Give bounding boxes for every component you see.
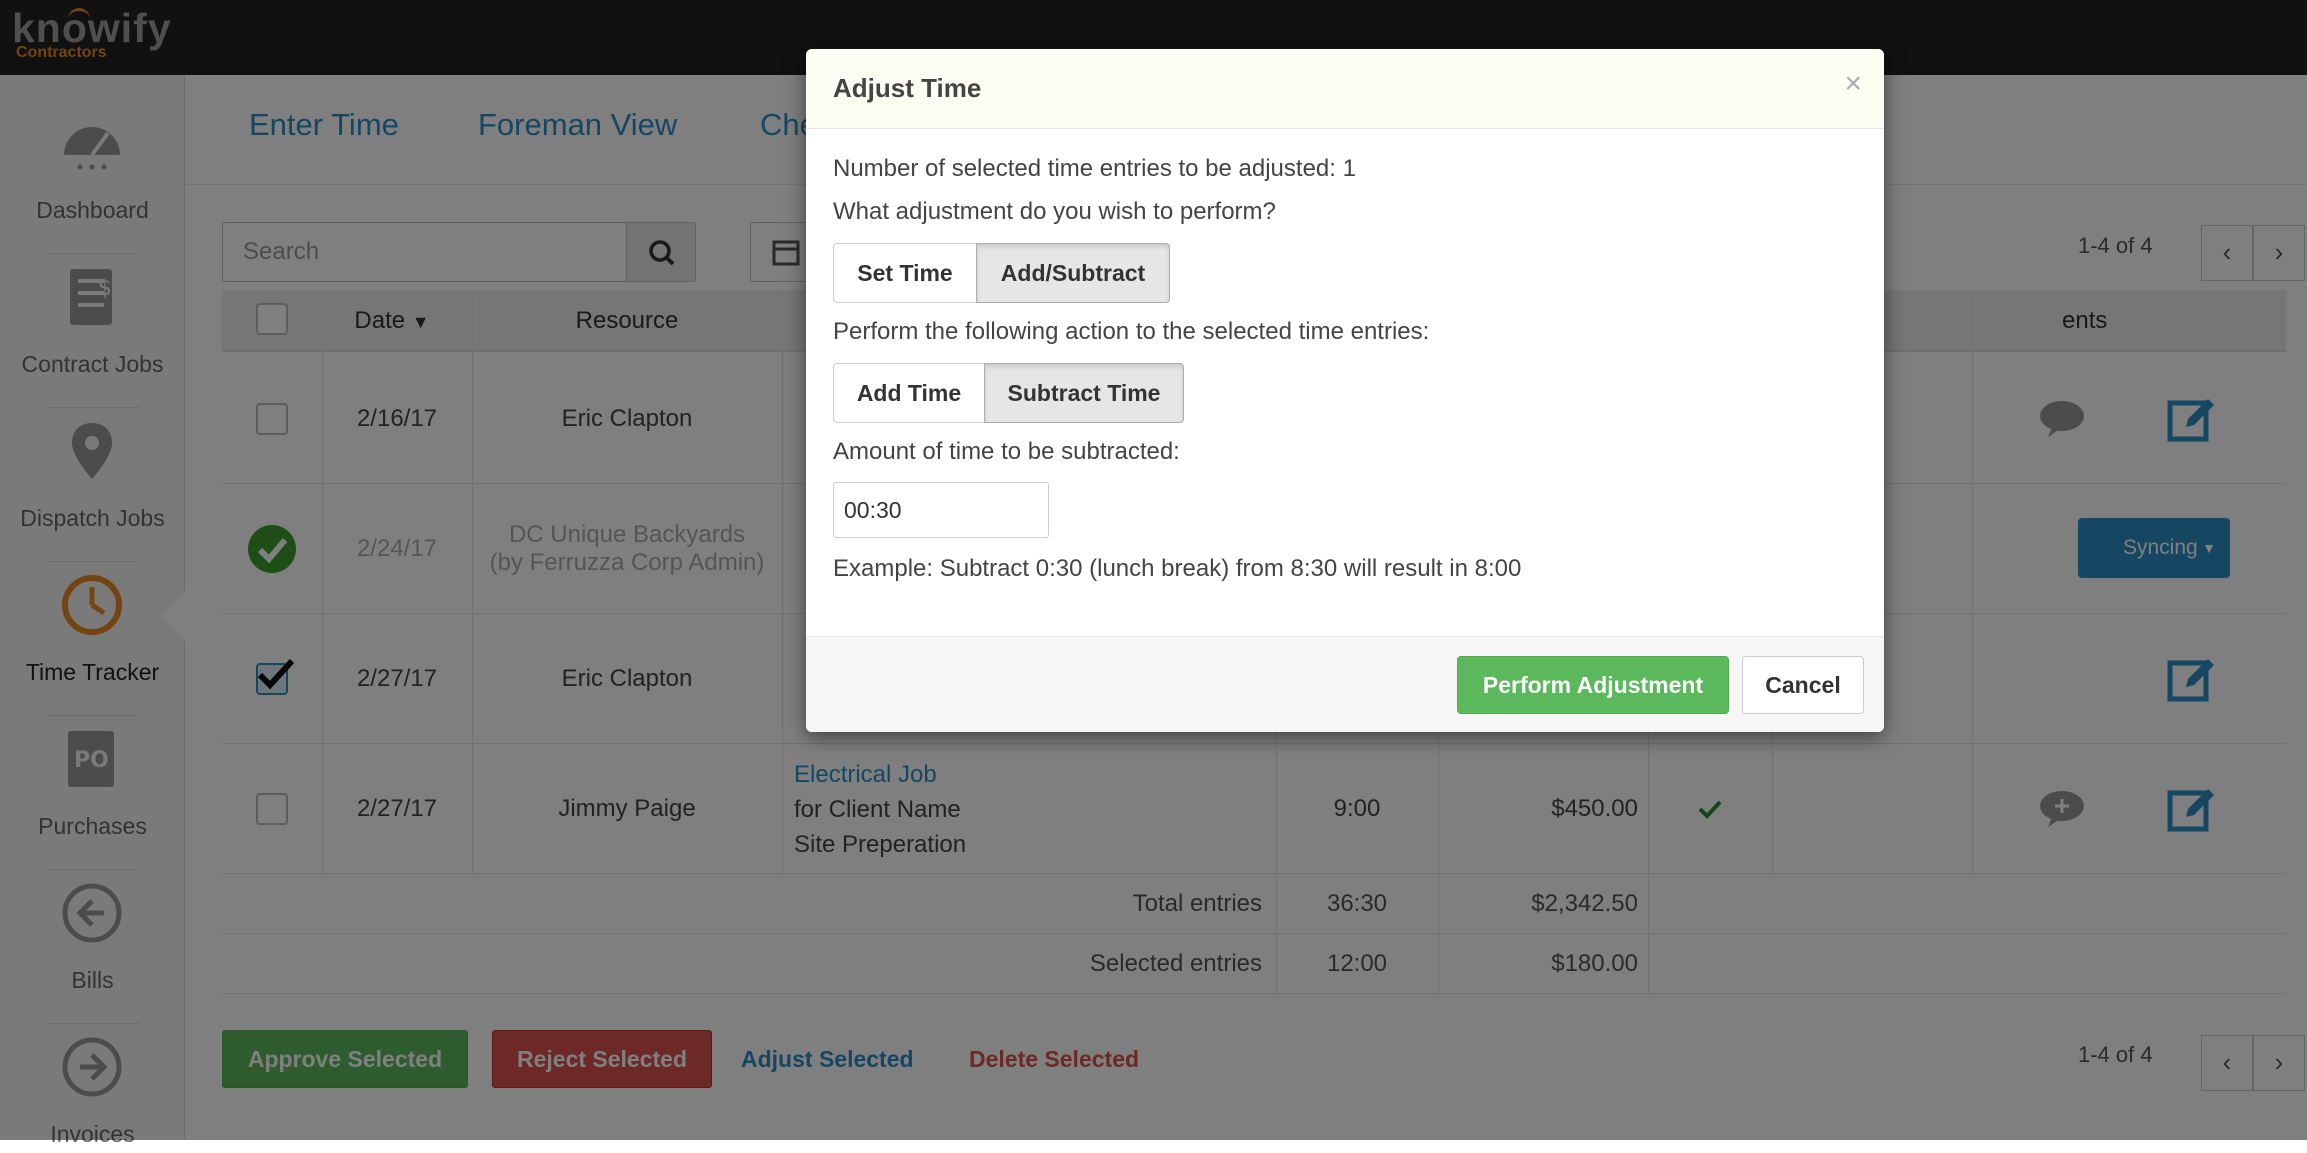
adjustment-question: What adjustment do you wish to perform? <box>833 198 1276 225</box>
add-time-toggle[interactable]: Add Time <box>833 363 985 423</box>
modal-header: Adjust Time × <box>806 49 1884 129</box>
cancel-button[interactable]: Cancel <box>1742 656 1864 714</box>
selected-count-text: Number of selected time entries to be ad… <box>833 155 1356 182</box>
subtract-time-toggle[interactable]: Subtract Time <box>984 363 1184 423</box>
example-text: Example: Subtract 0:30 (lunch break) fro… <box>833 555 1522 582</box>
close-icon[interactable]: × <box>1844 67 1862 101</box>
amount-label: Amount of time to be subtracted: <box>833 438 1180 465</box>
action-prompt: Perform the following action to the sele… <box>833 318 1430 345</box>
set-time-toggle[interactable]: Set Time <box>833 243 977 303</box>
add-subtract-toggle[interactable]: Add/Subtract <box>976 243 1170 303</box>
perform-adjustment-button[interactable]: Perform Adjustment <box>1457 656 1729 714</box>
modal-title: Adjust Time <box>833 73 982 103</box>
adjust-time-modal: Adjust Time × Number of selected time en… <box>806 49 1884 732</box>
time-amount-input[interactable]: 00:30 <box>833 482 1049 538</box>
modal-footer: Perform Adjustment Cancel <box>806 636 1884 732</box>
